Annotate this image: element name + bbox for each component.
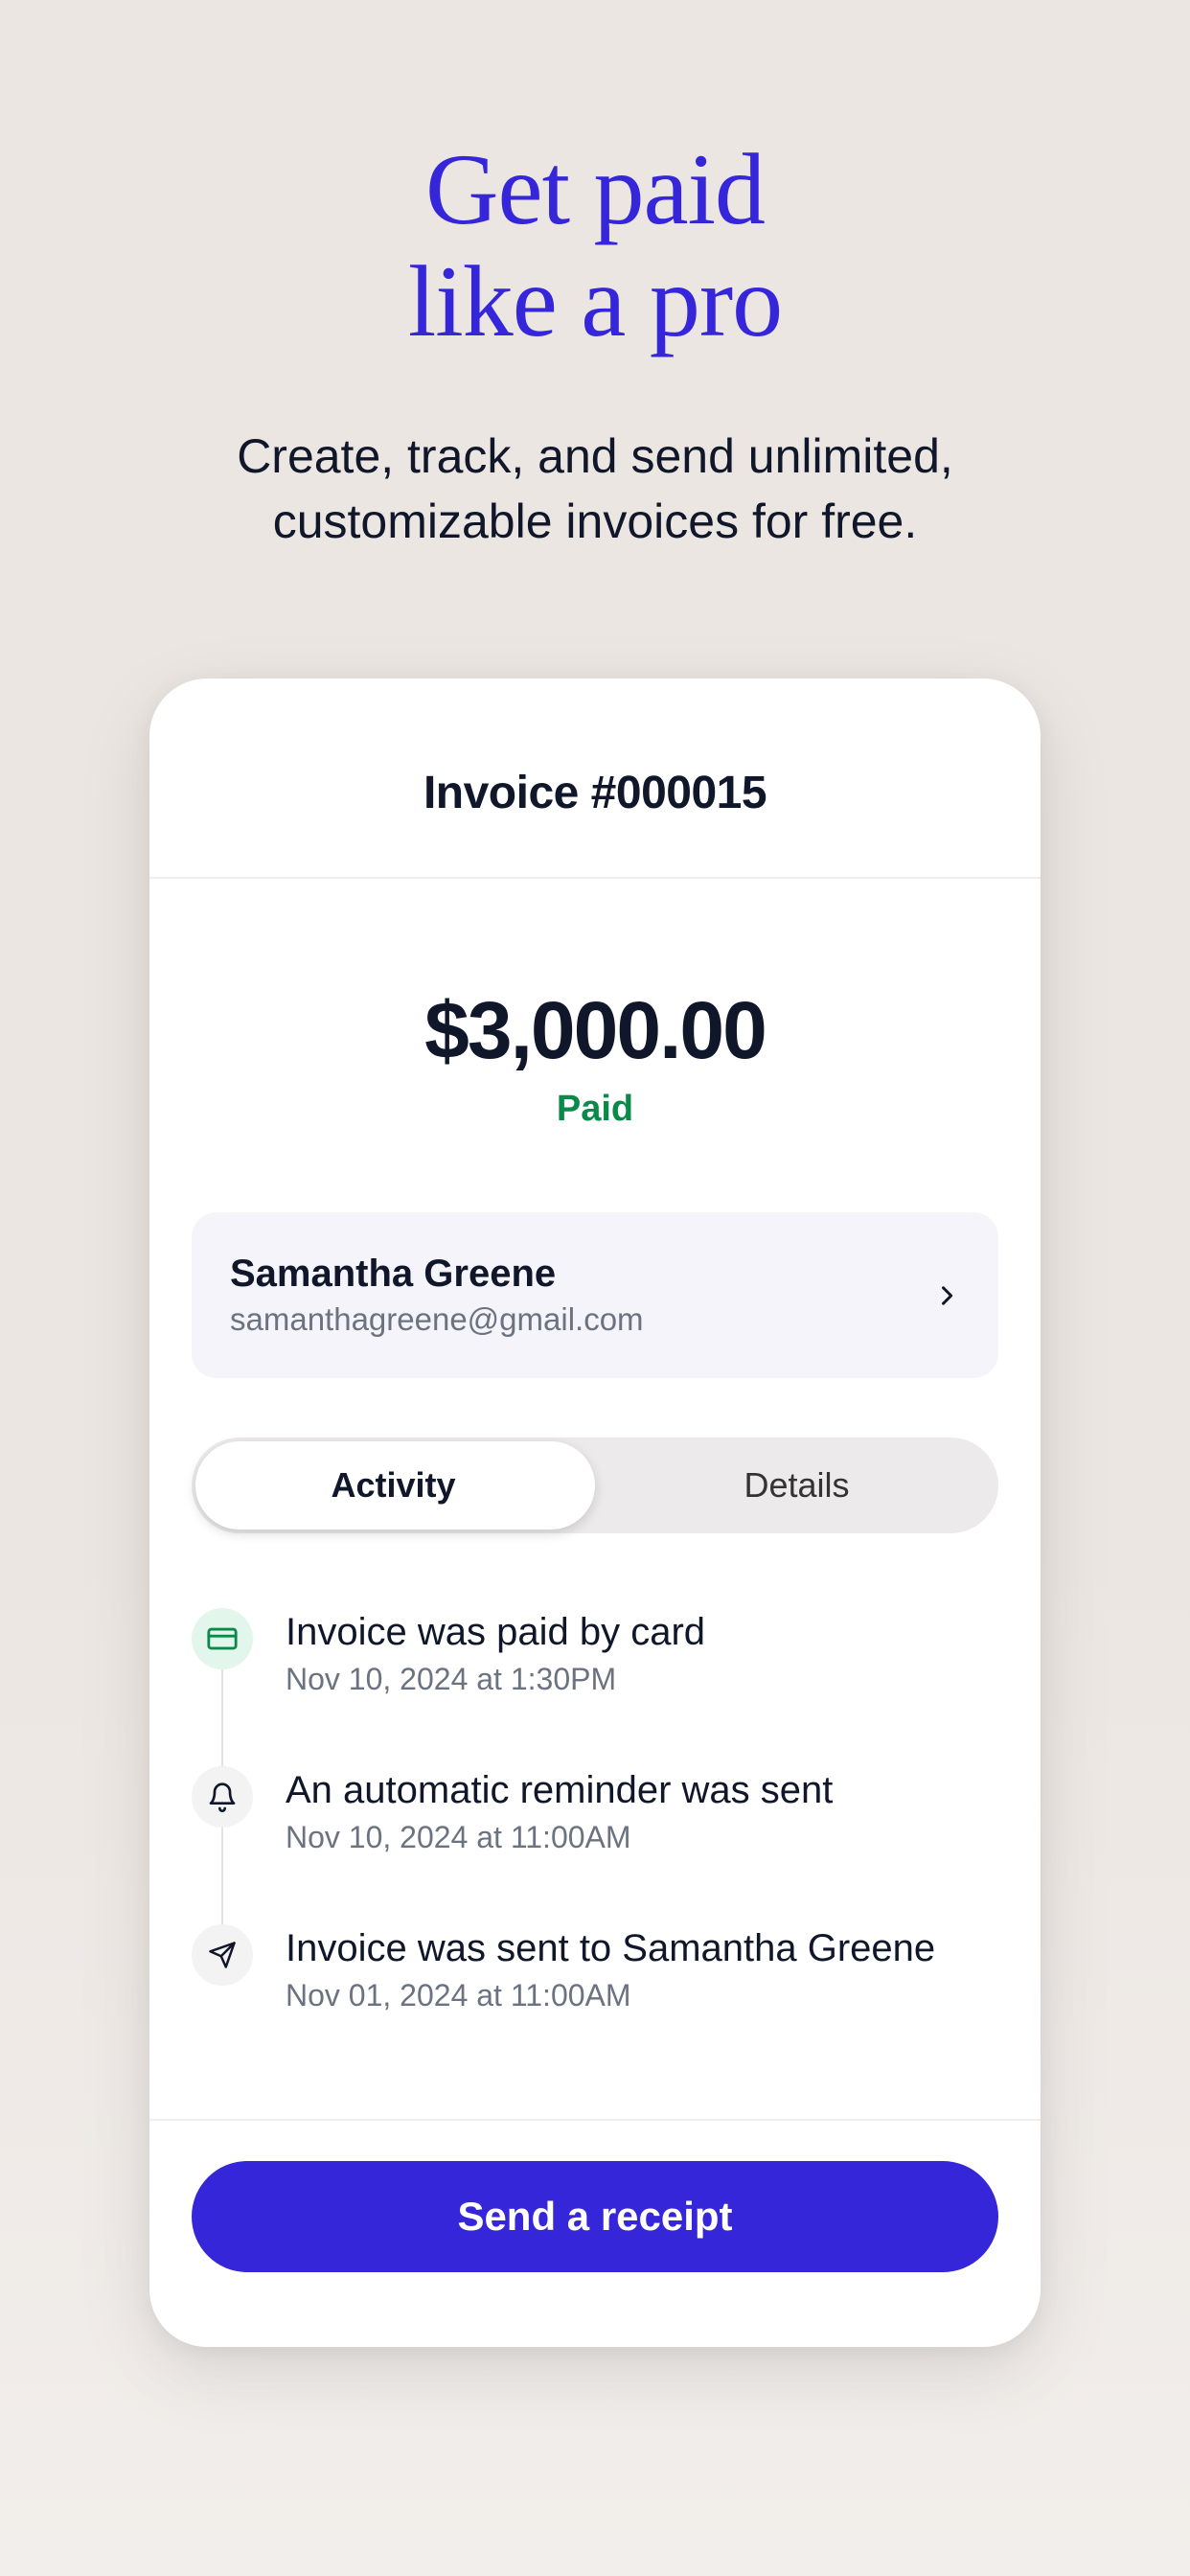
- phone-mock: Invoice #000015 $3,000.00 Paid Samantha …: [149, 678, 1041, 2347]
- hero-title-line1: Get paid: [425, 133, 765, 245]
- tab-details[interactable]: Details: [595, 1438, 998, 1533]
- activity-item: Invoice was sent to Samantha Greene Nov …: [192, 1924, 998, 2013]
- send-receipt-button[interactable]: Send a receipt: [192, 2161, 998, 2272]
- payer-email: samanthagreene@gmail.com: [230, 1301, 644, 1338]
- hero-title-line2: like a pro: [408, 245, 782, 357]
- card-icon: [192, 1608, 253, 1669]
- tab-details-label: Details: [744, 1465, 849, 1506]
- chevron-right-icon: [933, 1282, 960, 1309]
- activity-title: An automatic reminder was sent: [286, 1766, 833, 1814]
- payer-name: Samantha Greene: [230, 1253, 644, 1296]
- activity-time: Nov 10, 2024 at 1:30PM: [286, 1662, 705, 1697]
- activity-title: Invoice was sent to Samantha Greene: [286, 1924, 935, 1972]
- bell-icon: [192, 1766, 253, 1828]
- activity-timeline: Invoice was paid by card Nov 10, 2024 at…: [192, 1608, 998, 2119]
- payer-info: Samantha Greene samanthagreene@gmail.com: [230, 1253, 644, 1338]
- tab-activity-label: Activity: [331, 1465, 455, 1506]
- invoice-header: Invoice #000015: [149, 678, 1041, 879]
- footer-bar: Send a receipt: [149, 2119, 1041, 2347]
- hero-title: Get paid like a pro: [0, 134, 1190, 357]
- send-icon: [192, 1924, 253, 1986]
- activity-title: Invoice was paid by card: [286, 1608, 705, 1656]
- activity-item: An automatic reminder was sent Nov 10, 2…: [192, 1766, 998, 1924]
- hero-subtitle: Create, track, and send unlimited, custo…: [116, 425, 1074, 554]
- payer-card[interactable]: Samantha Greene samanthagreene@gmail.com: [192, 1212, 998, 1378]
- invoice-status: Paid: [188, 1089, 1002, 1130]
- send-receipt-label: Send a receipt: [457, 2194, 732, 2240]
- activity-time: Nov 10, 2024 at 11:00AM: [286, 1820, 833, 1855]
- invoice-title: Invoice #000015: [188, 767, 1002, 819]
- activity-item: Invoice was paid by card Nov 10, 2024 at…: [192, 1608, 998, 1766]
- tab-segmented-control: Activity Details: [192, 1438, 998, 1533]
- amount-block: $3,000.00 Paid: [149, 879, 1041, 1168]
- invoice-amount: $3,000.00: [188, 984, 1002, 1077]
- activity-time: Nov 01, 2024 at 11:00AM: [286, 1978, 935, 2013]
